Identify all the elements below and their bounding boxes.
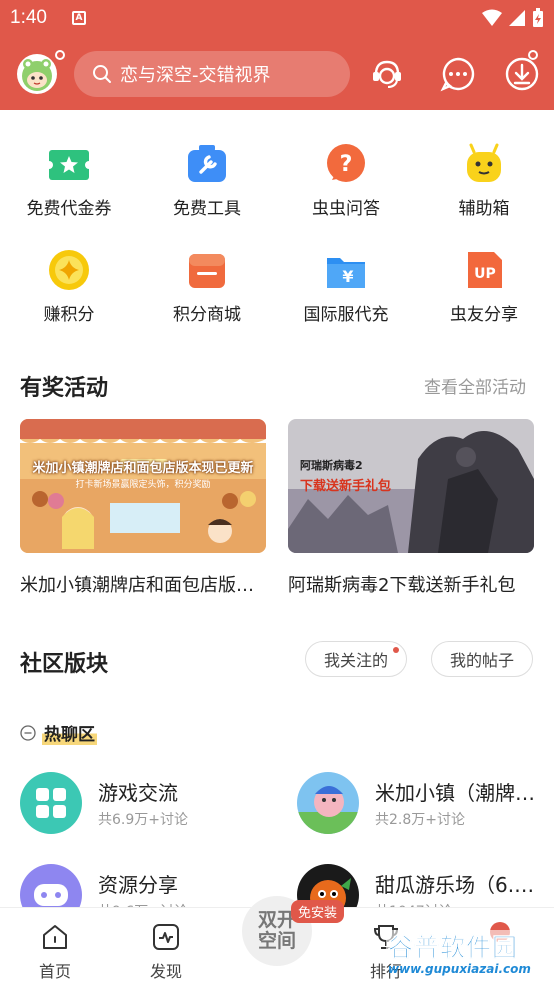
my-posts-label: 我的帖子 [449,651,514,670]
customer-service-icon[interactable] [369,56,405,92]
svg-text:UP: UP [474,266,496,282]
shop-icon [189,254,225,288]
system-icons [482,8,544,28]
activity-banner-text-2: 下载送新手礼包 [300,479,392,494]
grid-item-earn-points[interactable]: 赚积分 [0,248,138,325]
activity-banner-2[interactable]: 阿瑞斯病毒2 下载送新手礼包 [288,419,534,553]
hot-chat-label: 热聊区 [42,720,97,745]
top-header: 恋与深空-交错视界 [0,38,554,110]
coin-icon [49,250,89,290]
community-item-name: 资源分享 [98,873,178,897]
followed-notification-dot [393,647,399,653]
view-all-activities-link[interactable]: 查看全部活动 [424,373,526,398]
toolbox-icon [188,145,226,182]
community-item-count: 共6.9万+讨论 [98,812,188,828]
tab-home-label: 首页 [38,962,71,981]
battery-icon [533,8,543,27]
site-watermark: 谷普软件园 www.gupuxiazai.com [386,922,552,982]
grid-item-points-mall[interactable]: 积分商城 [138,248,276,325]
grid-item-label: 积分商城 [173,305,241,325]
robot-icon [467,143,501,182]
svg-text:?: ? [340,152,353,177]
my-followed-button[interactable]: 我关注的 [305,641,407,677]
up-share-icon: UP [468,252,502,288]
grid-item-qa[interactable]: ? 虫虫问答 [277,142,415,219]
community-title: 社区版块 [20,652,109,677]
tab-discover-label: 发现 [149,962,182,981]
grid-item-label: 虫友分享 [450,305,518,325]
grid-item-assist[interactable]: 辅助箱 [415,142,553,219]
collapse-icon[interactable] [20,724,36,741]
yen-folder-icon: ¥ [327,258,365,288]
my-followed-label: 我关注的 [323,651,388,670]
activity-caption-2[interactable]: 阿瑞斯病毒2下载送新手礼包 [288,571,536,597]
watermark-url: www.gupuxiazai.com [388,962,531,976]
activity-banner-1[interactable]: 米加小镇潮牌店和面包店版本现已更新 打卡新场景赢限定头饰，积分奖励 [20,419,266,553]
tab-discover[interactable]: 发现 [136,922,196,982]
grid-item-tools[interactable]: 免费工具 [138,142,276,219]
discover-icon [153,924,179,950]
community-item-name: 甜瓜游乐场（6.6） [375,873,535,897]
activity-banner-logo-2: 阿瑞斯病毒2 [300,459,363,472]
question-icon: ? [327,144,365,182]
grid-item-label: 免费代金券 [26,199,112,219]
hot-chat-section-label[interactable]: 热聊区 [20,720,97,745]
user-avatar[interactable] [17,54,57,94]
activity-banner-text-1: 米加小镇潮牌店和面包店版本现已更新 [32,461,254,476]
wifi-icon [482,9,502,26]
search-icon [93,65,111,83]
my-posts-button[interactable]: 我的帖子 [431,641,533,677]
svg-text:¥: ¥ [342,267,353,286]
community-item-mika-town[interactable]: 米加小镇（潮牌店和面包店） 共2.8万+讨论 [297,772,535,834]
status-bar: 1:40 A [0,0,554,38]
search-placeholder: 恋与深空-交错视界 [120,65,271,86]
notification-app-icon: A [72,11,86,25]
grid-item-share[interactable]: UP 虫友分享 [415,248,553,325]
search-bar[interactable]: 恋与深空-交错视界 [74,51,350,97]
message-icon[interactable] [440,56,476,92]
status-time: 1:40 [10,7,47,28]
download-notification-dot [528,50,538,60]
grid-item-label: 赚积分 [43,305,95,325]
grid-item-intl-recharge[interactable]: ¥ 国际服代充 [277,248,415,325]
activities-title: 有奖活动 [20,376,109,401]
community-item-name: 米加小镇（潮牌店和面包店） [375,781,535,805]
game-talk-avatar [20,772,82,834]
community-item-game-talk[interactable]: 游戏交流 共6.9万+讨论 [20,772,258,834]
grid-item-label: 免费工具 [173,199,241,219]
coupon-icon [47,150,91,180]
activity-banner-subtext-1: 打卡新场景赢限定头饰，积分奖励 [75,480,211,490]
grid-item-label: 国际服代充 [303,305,389,325]
activity-caption-1[interactable]: 米加小镇潮牌店和面包店版本现已更新 [20,571,268,597]
grid-item-label: 虫虫问答 [312,199,380,219]
install-free-badge: 免安装 [291,900,345,923]
download-icon[interactable] [504,56,540,92]
signal-icon [509,10,525,26]
tab-home[interactable]: 首页 [25,922,85,982]
community-item-name: 游戏交流 [98,781,178,805]
grid-item-label: 辅助箱 [458,199,510,219]
grid-item-coupon[interactable]: 免费代金券 [0,142,138,219]
avatar-notification-dot [55,50,65,60]
watermark-title: 谷普软件园 [388,933,519,963]
community-item-count: 共2.8万+讨论 [375,812,465,828]
mika-town-avatar [297,772,359,834]
home-icon [43,925,67,949]
